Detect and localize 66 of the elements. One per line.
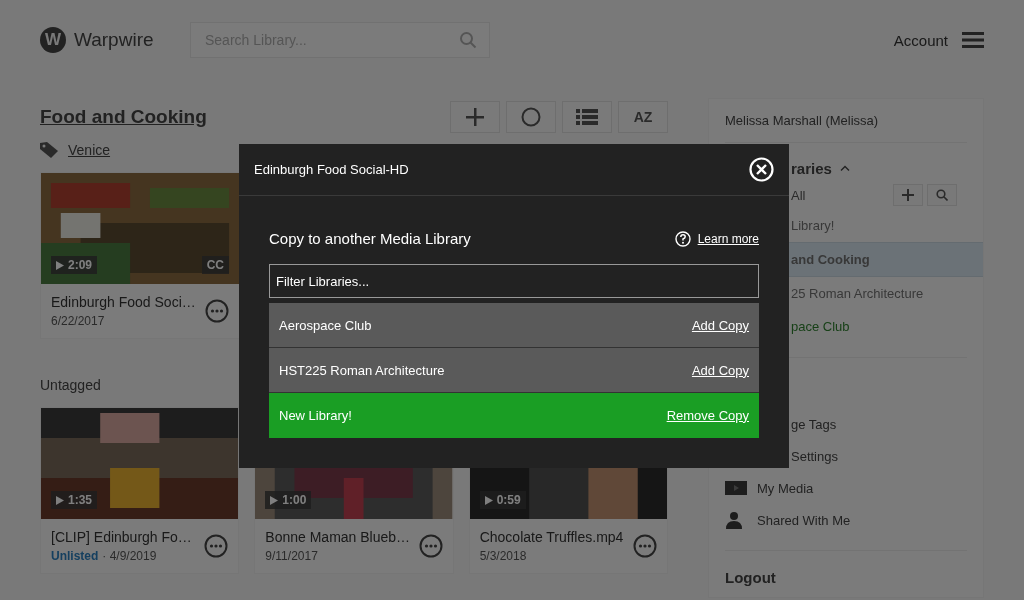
more-icon[interactable]: [418, 534, 443, 558]
menu-item[interactable]: My Media: [757, 480, 814, 496]
menu-item[interactable]: Shared With Me: [757, 512, 851, 528]
library-title[interactable]: Food and Cooking: [40, 106, 207, 128]
filter-field[interactable]: Filter Libraries...: [269, 264, 759, 298]
brand-name: Warpwire: [74, 29, 154, 51]
library-name: 25 Roman Architecture: [791, 286, 924, 301]
remove-copy-link[interactable]: Remove Copy: [666, 407, 749, 423]
dialog-heading: Copy to another Media Library: [269, 230, 471, 247]
play-icon: [56, 260, 64, 270]
section-heading: Untagged: [40, 377, 102, 393]
add-button[interactable]: [450, 101, 500, 133]
library-name: Aerospace Club: [279, 317, 372, 333]
play-icon: [56, 495, 64, 505]
account-link[interactable]: Account: [893, 31, 948, 49]
video-title: Bonne Maman Blueb…: [265, 529, 411, 545]
duration-badge: 2:09: [51, 256, 98, 274]
close-icon[interactable]: [749, 157, 774, 182]
logout-link[interactable]: Logout: [725, 551, 967, 600]
duration-badge: 1:00: [265, 491, 312, 509]
logo-icon: W: [40, 27, 66, 53]
person-icon: [725, 511, 743, 529]
tag-icon: [40, 142, 58, 158]
duration-badge: 0:59: [479, 491, 526, 509]
chevron-up-icon[interactable]: [839, 165, 850, 171]
video-date: 5/3/2018: [479, 549, 527, 563]
visibility-status: Unlisted: [51, 549, 99, 563]
search-icon[interactable]: [936, 189, 948, 201]
more-icon[interactable]: [633, 534, 657, 558]
duration-badge: 1:35: [51, 491, 98, 509]
help-icon[interactable]: [674, 230, 691, 247]
video-title: Edinburgh Food Soci…: [51, 294, 197, 310]
menu-icon[interactable]: [962, 31, 984, 49]
search-button[interactable]: [927, 184, 957, 206]
plus-icon[interactable]: [466, 108, 484, 126]
play-icon: [484, 495, 493, 505]
circle-icon[interactable]: [521, 107, 541, 127]
add-copy-link[interactable]: Add Copy: [691, 317, 749, 333]
video-title: Chocolate Truffles.mp4: [479, 529, 625, 545]
video-icon: [725, 481, 747, 495]
list-icon[interactable]: [576, 109, 598, 125]
play-icon: [270, 495, 279, 505]
caption-badge: CC: [201, 256, 229, 274]
list-view-button[interactable]: [562, 101, 612, 133]
library-name: and Cooking: [791, 252, 870, 267]
libraries-heading[interactable]: raries: [791, 159, 832, 177]
video-date: · 4/9/2019: [102, 549, 157, 563]
search-icon[interactable]: [459, 31, 477, 49]
library-name: HST225 Roman Architecture: [279, 362, 445, 378]
video-title: [CLIP] Edinburgh Fo…: [51, 529, 193, 545]
dialog-title: Edinburgh Food Social-HD: [254, 162, 409, 177]
add-copy-link[interactable]: Add Copy: [691, 362, 749, 378]
video-date: 6/22/2017: [51, 314, 105, 328]
library-name: New Library!: [279, 407, 352, 423]
tag-link[interactable]: Venice: [68, 142, 111, 158]
user-name: Melissa Marshall (Melissa): [725, 99, 967, 143]
more-icon[interactable]: [205, 299, 229, 323]
plus-icon[interactable]: [902, 189, 914, 201]
all-libraries-link[interactable]: All: [791, 187, 806, 203]
more-icon[interactable]: [204, 534, 229, 558]
record-button[interactable]: [506, 101, 556, 133]
sort-button[interactable]: AZ: [618, 101, 668, 133]
menu-item[interactable]: ge Tags: [791, 416, 837, 432]
menu-item[interactable]: Settings: [791, 448, 838, 464]
add-library-button[interactable]: [893, 184, 923, 206]
video-date: 9/11/2017: [265, 549, 318, 563]
